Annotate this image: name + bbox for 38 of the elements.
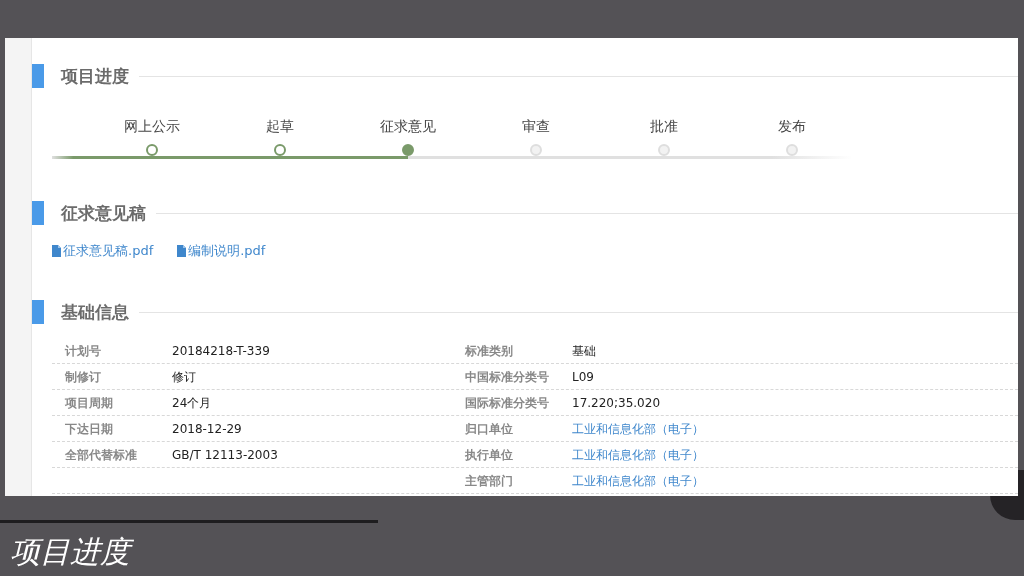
field-label: 标准类别: [465, 342, 514, 359]
field-label: 全部代替标准: [65, 446, 138, 463]
field-link[interactable]: 工业和信息化部（电子）: [572, 420, 704, 437]
field-label: 制修订: [65, 368, 102, 385]
step-label: 征求意见: [380, 117, 436, 136]
section-marker: [32, 64, 44, 88]
field-value: L09: [572, 368, 594, 385]
section-title: 项目进度: [61, 65, 129, 88]
field-value: 24个月: [172, 394, 212, 411]
file-icon: [52, 244, 61, 257]
field-label: 执行单位: [465, 446, 514, 463]
step-label: 网上公示: [124, 117, 180, 136]
field-link[interactable]: 工业和信息化部（电子）: [572, 472, 704, 489]
section-marker: [32, 201, 44, 225]
field-label: 主管部门: [465, 472, 514, 489]
field-label: 归口单位: [465, 420, 514, 437]
section-title: 基础信息: [61, 301, 129, 324]
section-marker: [32, 300, 44, 324]
step-label: 批准: [650, 117, 678, 136]
field-link[interactable]: 工业和信息化部（电子）: [572, 446, 704, 463]
field-value: GB/T 12113-2003: [172, 446, 278, 463]
section-title: 征求意见稿: [61, 202, 146, 225]
file-link[interactable]: 编制说明.pdf: [177, 242, 266, 259]
field-value: 17.220;35.020: [572, 394, 661, 411]
field-label: 项目周期: [65, 394, 114, 411]
field-label: 国际标准分类号: [465, 394, 550, 411]
field-value: 修订: [172, 368, 196, 385]
step-label: 起草: [266, 117, 294, 136]
field-label: 中国标准分类号: [465, 368, 550, 385]
field-value: 2018-12-29: [172, 420, 242, 437]
step-label: 发布: [778, 117, 806, 136]
step-label: 审查: [522, 117, 550, 136]
file-link[interactable]: 征求意见稿.pdf: [52, 242, 154, 259]
field-label: 下达日期: [65, 420, 114, 437]
file-icon: [177, 244, 187, 257]
field-value: 20184218-T-339: [172, 342, 270, 359]
field-value: 基础: [572, 342, 596, 359]
field-label: 计划号: [65, 342, 102, 359]
